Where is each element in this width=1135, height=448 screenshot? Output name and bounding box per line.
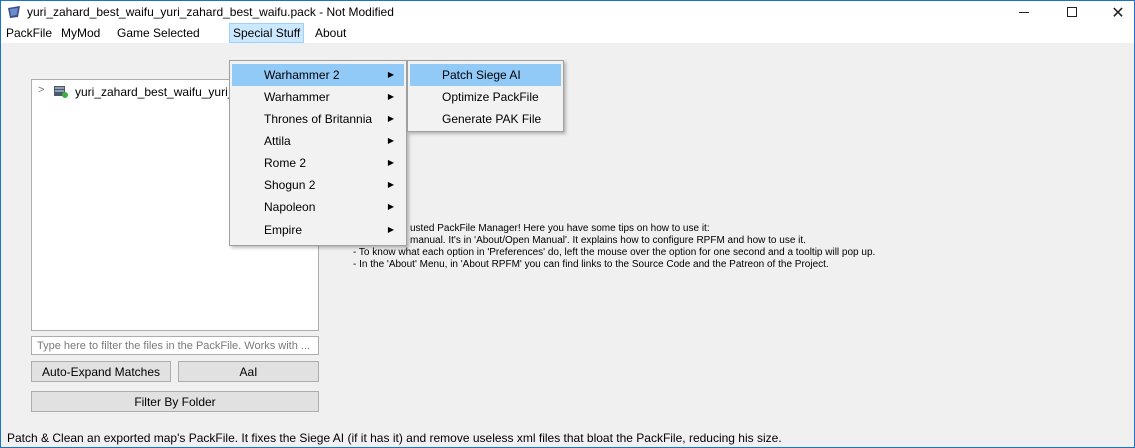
app-window: yuri_zahard_best_waifu_yuri_zahard_best_…: [0, 0, 1135, 448]
filter-by-folder-button[interactable]: Filter By Folder: [31, 391, 319, 412]
filter-input[interactable]: [31, 336, 319, 355]
maximize-icon: [1067, 7, 1077, 17]
menu-about[interactable]: About: [312, 23, 349, 43]
auto-expand-matches-button[interactable]: Auto-Expand Matches: [31, 361, 171, 382]
minimize-button[interactable]: [1001, 1, 1047, 23]
submenu-arrow-icon: ▶: [387, 158, 394, 167]
menu-item-attila[interactable]: Attila ▶: [232, 130, 404, 152]
menu-item-label: Napoleon: [264, 200, 316, 214]
warhammer-2-submenu: Patch Siege AI Optimize PackFile Generat…: [407, 60, 564, 132]
menu-special-stuff[interactable]: Special Stuff: [229, 23, 305, 43]
submenu-arrow-icon: ▶: [387, 225, 394, 234]
menu-item-label: Shogun 2: [264, 178, 316, 192]
expand-arrow-icon[interactable]: >: [38, 84, 44, 96]
submenu-arrow-icon: ▶: [387, 202, 394, 211]
menu-item-napoleon[interactable]: Napoleon ▶: [232, 196, 404, 218]
menu-item-optimize-packfile[interactable]: Optimize PackFile: [410, 86, 561, 108]
menu-mymod[interactable]: MyMod: [58, 23, 103, 43]
title-bar[interactable]: yuri_zahard_best_waifu_yuri_zahard_best_…: [1, 1, 1134, 23]
window-title: yuri_zahard_best_waifu_yuri_zahard_best_…: [27, 5, 394, 19]
maximize-button[interactable]: [1049, 1, 1095, 23]
submenu-arrow-icon: ▶: [387, 92, 394, 101]
menu-game-selected[interactable]: Game Selected: [114, 23, 203, 43]
tips-line-3: - To know what each option in 'Preferenc…: [353, 247, 876, 258]
tips-line-4: - In the 'About' Menu, in 'About RPFM' y…: [353, 259, 829, 270]
special-stuff-dropdown: Warhammer 2 ▶ Warhammer ▶ Thrones of Bri…: [229, 60, 407, 246]
close-icon: ✕: [1111, 2, 1125, 22]
rpfm-logo-icon: [8, 6, 20, 18]
tips-line-2: manual. It's in 'About/Open Manual'. It …: [410, 235, 806, 246]
menu-item-warhammer-2[interactable]: Warhammer 2 ▶: [232, 64, 404, 86]
menu-packfile[interactable]: PackFile: [3, 23, 55, 43]
tips-line-1: usted PackFile Manager! Here you have so…: [410, 223, 710, 234]
menu-item-generate-pak-file[interactable]: Generate PAK File: [410, 108, 561, 130]
menu-item-rome-2[interactable]: Rome 2 ▶: [232, 152, 404, 174]
tree-root-label: yuri_zahard_best_waifu_yuri_: [75, 85, 235, 99]
submenu-arrow-icon: ▶: [387, 136, 394, 145]
packfile-icon: [54, 86, 68, 98]
menu-bar: PackFile MyMod Game Selected Special Stu…: [1, 23, 1134, 43]
menu-item-label: Attila: [264, 134, 291, 148]
menu-item-empire[interactable]: Empire ▶: [232, 219, 404, 241]
status-bar-text: Patch & Clean an exported map's PackFile…: [7, 431, 782, 445]
menu-item-label: Warhammer 2: [264, 68, 340, 82]
menu-item-label: Warhammer: [264, 90, 330, 104]
welcome-tips: usted PackFile Manager! Here you have so…: [353, 223, 875, 271]
submenu-arrow-icon: ▶: [387, 180, 394, 189]
menu-item-label: Thrones of Britannia: [264, 112, 373, 126]
menu-item-shogun-2[interactable]: Shogun 2 ▶: [232, 174, 404, 196]
menu-item-label: Rome 2: [264, 156, 307, 170]
submenu-arrow-icon: ▶: [387, 114, 394, 123]
menu-item-label: Empire: [264, 223, 303, 237]
case-sensitive-button[interactable]: AaI: [178, 361, 319, 382]
menu-item-patch-siege-ai[interactable]: Patch Siege AI: [410, 64, 561, 86]
submenu-arrow-icon: ▶: [387, 70, 394, 79]
menu-item-warhammer[interactable]: Warhammer ▶: [232, 86, 404, 108]
menu-item-thrones-of-britannia[interactable]: Thrones of Britannia ▶: [232, 108, 404, 130]
minimize-icon: [1019, 11, 1029, 13]
close-button[interactable]: ✕: [1095, 1, 1135, 23]
